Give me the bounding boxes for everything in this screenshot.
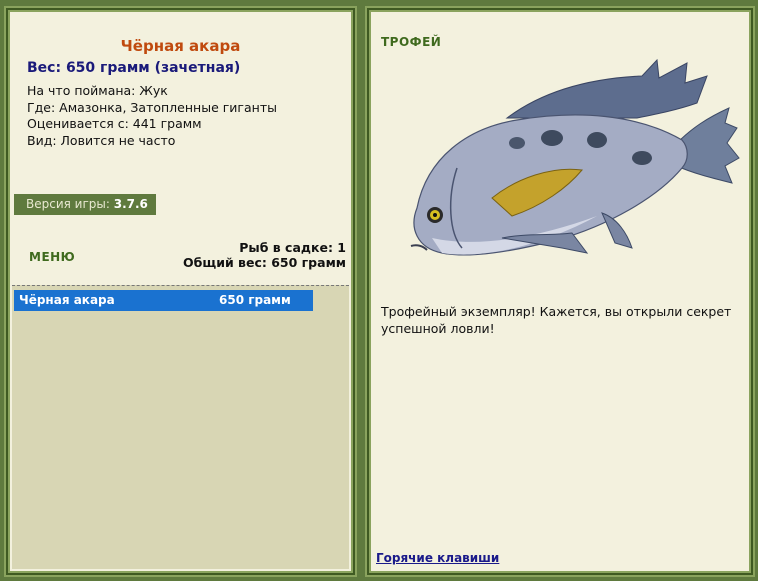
catch-list: Чёрная акара 650 грамм [12,285,349,569]
catch-list-item[interactable]: Чёрная акара 650 грамм [14,290,313,311]
cage-count: Рыб в садке: 1 [239,240,346,255]
location-info: Где: Амазонка, Затопленные гиганты [27,99,277,115]
hotkeys-link[interactable]: Горячие клавиши [376,551,499,565]
fish-image [410,58,740,256]
trophy-text: Трофейный экземпляр! Кажется, вы открыли… [381,304,732,336]
trophy-panel: ТРОФЕЙ Трофейный экземпляр! Кажется, вы … [367,8,753,575]
fish-name-title: Чёрная акара [120,37,241,55]
min-weight-info: Оценивается с: 441 грамм [27,116,202,131]
menu-button[interactable]: МЕНЮ [29,250,75,264]
rarity-info: Вид: Ловится не часто [27,132,176,148]
bait-info: На что поймана: Жук [27,83,168,98]
fish-info-panel: Чёрная акара Вес: 650 грамм (зачетная) Н… [6,8,355,575]
game-version-badge: Версия игры: 3.7.6 [14,194,156,215]
cage-info: Рыб в садке: 1 Общий вес: 650 грамм [183,240,346,270]
version-label: Версия игры: [26,197,110,211]
fish-weight: Вес: 650 грамм (зачетная) [27,60,241,76]
cage-total-weight: Общий вес: 650 грамм [183,255,346,270]
catch-item-name: Чёрная акара [19,293,115,307]
catch-item-weight: 650 грамм [219,293,291,307]
version-value: 3.7.6 [113,197,148,211]
trophy-label: ТРОФЕЙ [381,35,442,49]
fish-info-list: На что поймана: Жук Где: Амазонка, Затоп… [27,83,277,149]
